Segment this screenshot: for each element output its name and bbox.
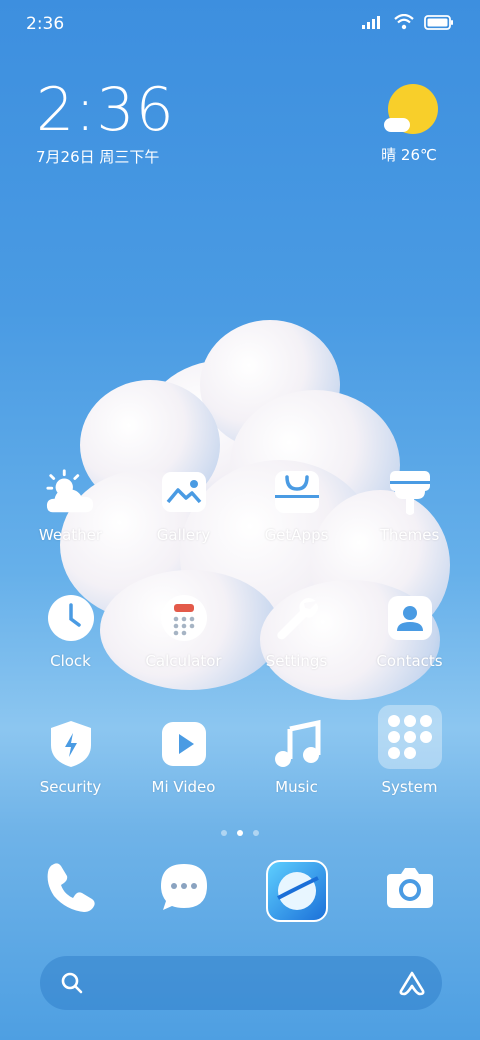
battery-icon [424,14,453,30]
weather-widget[interactable]: 晴 26℃ [374,84,444,165]
status-bar: 2:36 [0,0,480,48]
clock-widget-date: 7月26日 周三下午 [36,148,160,166]
app-label: Music [275,778,318,796]
themes-icon [384,466,436,518]
page-dot-active[interactable] [237,830,243,836]
app-calculator[interactable]: Calculator [127,592,240,718]
dock-phone[interactable] [14,860,127,922]
search-bar[interactable] [40,956,442,1010]
app-label: Security [39,778,102,796]
app-label: Mi Video [151,778,216,796]
app-grid: Weather Gallery GetApps Themes Clock Cal… [14,466,466,844]
app-label: Settings [265,652,328,670]
app-label: Weather [38,526,103,544]
phone-icon [47,863,95,912]
clock-icon [45,592,97,644]
dock-camera[interactable] [353,860,466,922]
app-security[interactable]: Security [14,718,127,844]
security-icon [45,718,97,770]
app-label: Clock [50,652,91,670]
mi-video-icon [158,718,210,770]
dock [14,860,466,922]
app-settings[interactable]: Settings [240,592,353,718]
app-label: Themes [379,526,440,544]
weather-icon [45,466,97,518]
clock-widget[interactable]: 2:36 7月26日 周三下午 [36,78,175,167]
music-icon [271,718,323,770]
page-dot[interactable] [221,830,227,836]
gallery-icon [158,466,210,518]
app-getapps[interactable]: GetApps [240,466,353,592]
app-clock[interactable]: Clock [14,592,127,718]
status-time: 2:36 [26,14,65,34]
app-gallery[interactable]: Gallery [127,466,240,592]
settings-icon [271,592,323,644]
app-themes[interactable]: Themes [353,466,466,592]
app-contacts[interactable]: Contacts [353,592,466,718]
search-icon [61,972,83,994]
contacts-icon [384,592,436,644]
page-indicator [0,830,480,836]
status-icons [362,14,454,30]
calculator-icon [158,592,210,644]
app-folder-system[interactable]: System [353,705,466,844]
app-mi-video[interactable]: Mi Video [127,718,240,844]
app-weather[interactable]: Weather [14,466,127,592]
assistant-icon[interactable] [398,970,426,996]
app-label: Contacts [376,652,443,670]
app-label: System [381,778,438,796]
weather-widget-temp: 晴 26℃ [381,146,437,164]
signal-icon [362,16,380,29]
messages-icon [160,864,207,910]
sun-icon [384,84,438,134]
app-label: GetApps [264,526,329,544]
browser-icon [265,860,328,922]
camera-icon [386,868,433,908]
app-music[interactable]: Music [240,718,353,844]
getapps-icon [271,466,323,518]
dock-browser[interactable] [240,860,353,922]
app-label: Calculator [145,652,222,670]
wifi-icon [394,14,414,30]
dock-messages[interactable] [127,860,240,922]
system-folder-icon [377,704,443,770]
clock-widget-time: 2:36 [36,75,175,145]
app-label: Gallery [156,526,211,544]
page-dot[interactable] [253,830,259,836]
